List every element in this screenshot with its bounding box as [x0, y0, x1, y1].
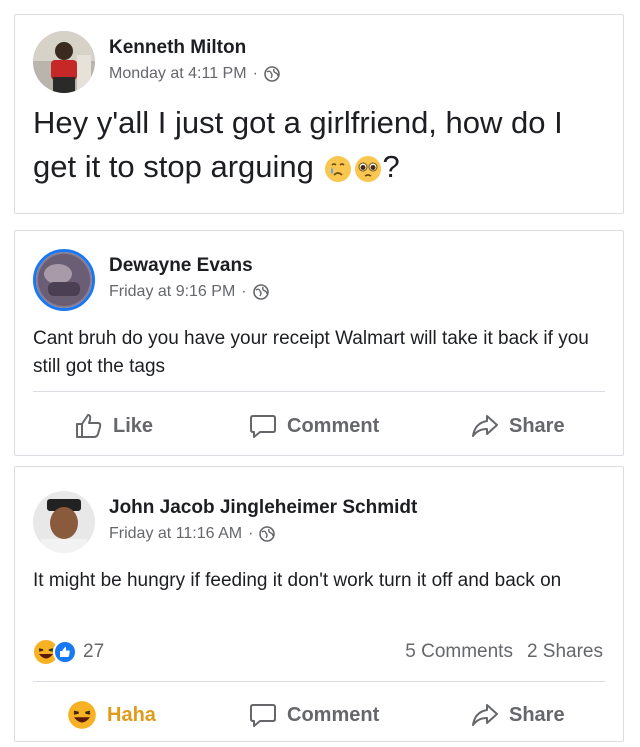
meta-separator: · — [248, 525, 254, 542]
author-name[interactable]: Kenneth Milton — [109, 37, 246, 59]
share-icon — [472, 704, 498, 726]
comment-button[interactable]: Comment — [249, 413, 379, 439]
post-card-1: Kenneth Milton Monday at 4:11 PM · Hey y… — [14, 14, 624, 214]
reaction-count: 27 — [83, 641, 105, 662]
author-name[interactable]: Dewayne Evans — [109, 255, 253, 277]
post-timestamp[interactable]: Monday at 4:11 PM — [109, 65, 247, 83]
comment-icon — [250, 704, 276, 727]
comments-count[interactable]: 5 Comments — [405, 641, 513, 663]
meta-separator: · — [241, 283, 247, 300]
pleading-face-icon — [354, 155, 381, 182]
haha-icon — [68, 701, 96, 729]
post-text: Cant bruh do you have your receipt Walma… — [33, 328, 589, 377]
globe-icon[interactable] — [264, 66, 280, 82]
comment-icon — [250, 415, 276, 438]
post-meta: Monday at 4:11 PM · — [109, 65, 280, 83]
divider — [33, 391, 605, 392]
haha-button[interactable]: Haha — [67, 700, 156, 730]
meta-separator: · — [252, 65, 258, 82]
thumbs-up-icon — [76, 414, 102, 438]
avatar[interactable] — [33, 249, 95, 311]
avatar[interactable] — [33, 31, 95, 93]
like-reaction-icon — [53, 640, 77, 664]
share-button[interactable]: Share — [471, 702, 565, 728]
like-button[interactable]: Like — [75, 413, 153, 439]
post-text: It might be hungry if feeding it don't w… — [33, 570, 562, 591]
post-text-main: Hey y'all I just got a girlfriend, how d… — [33, 105, 563, 184]
shares-count[interactable]: 2 Shares — [527, 641, 603, 663]
share-button[interactable]: Share — [471, 413, 565, 439]
post-actions: Like Comment Share — [15, 406, 623, 446]
post-text-end: ? — [382, 149, 400, 184]
post-meta: Friday at 11:16 AM · — [109, 525, 276, 543]
like-label: Like — [113, 414, 154, 437]
globe-icon[interactable] — [252, 284, 269, 300]
reaction-summary[interactable]: 27 — [33, 639, 104, 665]
divider — [33, 681, 605, 682]
comment-label: Comment — [287, 414, 380, 437]
comment-label: Comment — [287, 703, 380, 726]
share-label: Share — [509, 414, 565, 437]
post-meta: Friday at 9:16 PM · — [109, 283, 269, 301]
engagement-counts: 5 Comments 2 Shares — [405, 641, 603, 663]
globe-icon[interactable] — [259, 526, 276, 542]
comment-button[interactable]: Comment — [249, 702, 379, 728]
haha-label: Haha — [107, 703, 156, 726]
post-text: Hey y'all I just got a girlfriend, how d… — [33, 101, 605, 189]
post-timestamp[interactable]: Friday at 11:16 AM — [109, 525, 242, 543]
share-label: Share — [509, 703, 565, 726]
post-actions: Haha Comment Share — [15, 695, 623, 735]
post-timestamp[interactable]: Friday at 9:16 PM — [109, 283, 235, 301]
post-card-3: John Jacob Jingleheimer Schmidt Friday a… — [14, 466, 624, 742]
post-card-2: Dewayne Evans Friday at 9:16 PM · Cant b… — [14, 230, 624, 456]
share-icon — [472, 415, 498, 437]
crying-face-icon — [324, 155, 351, 182]
author-name[interactable]: John Jacob Jingleheimer Schmidt — [109, 497, 417, 519]
avatar[interactable] — [33, 491, 95, 553]
